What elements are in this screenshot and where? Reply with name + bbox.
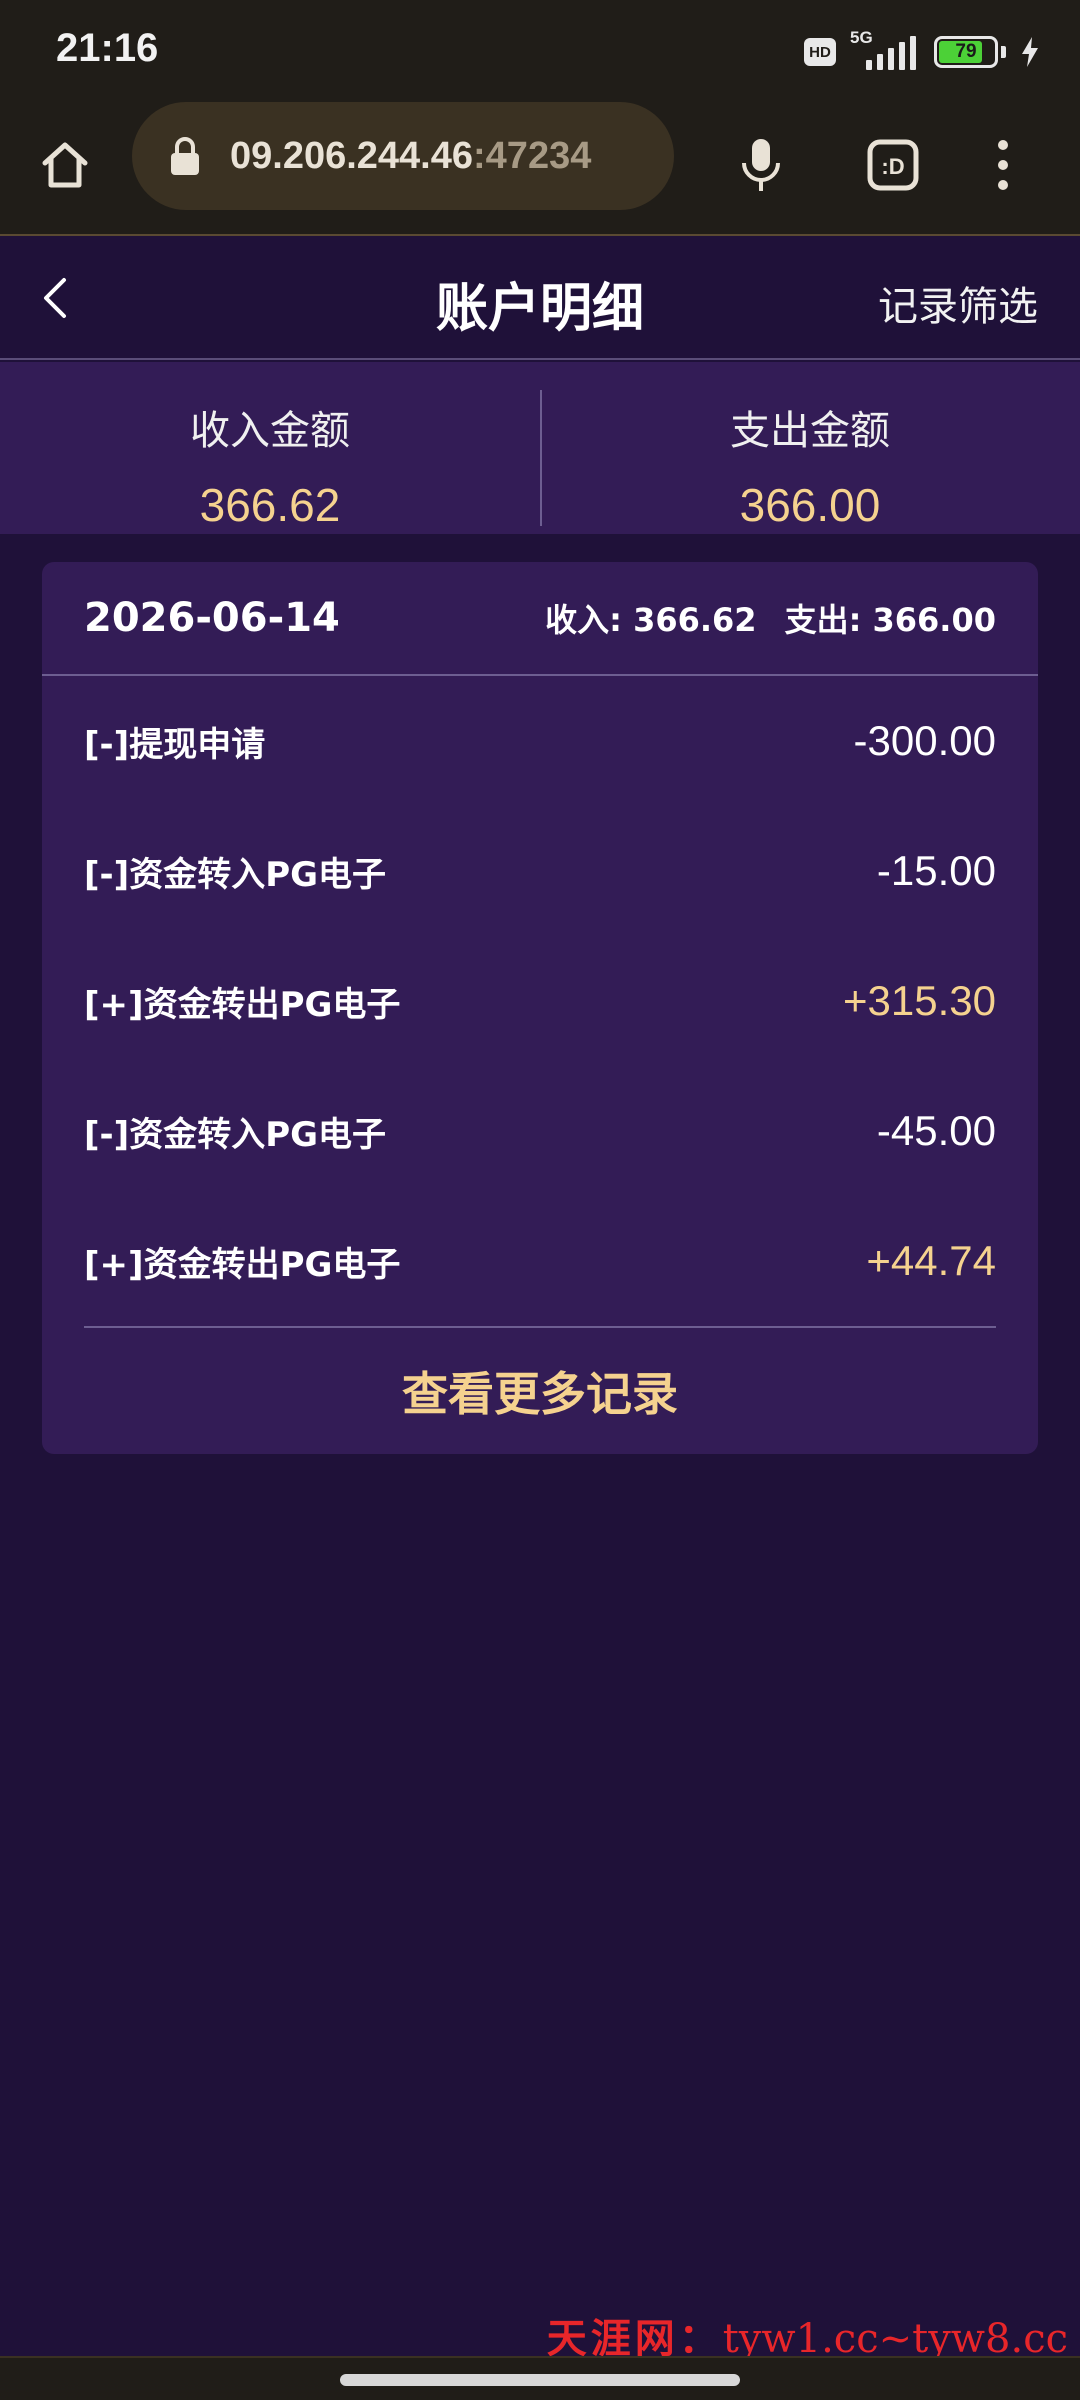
url-port: :47234 [473, 134, 592, 177]
record-amount: +315.30 [843, 977, 996, 1024]
url-host: 09.206.244.46 [230, 134, 474, 177]
screen: 21:16 HD 5G 79 09.206.244.46:47234:D 账户… [0, 0, 1080, 2400]
income-label: 收入金额 [190, 408, 350, 454]
tab-switcher-icon: :D [867, 139, 919, 191]
record-date: 2026-06-14 [84, 595, 340, 641]
gesture-handle[interactable] [340, 2374, 740, 2386]
status-time: 21:16 [56, 26, 159, 70]
tab-switcher-button[interactable]: :D [858, 130, 928, 200]
app-header: 账户明细 记录筛选 [0, 238, 1080, 360]
voice-search-button[interactable] [726, 130, 796, 200]
list-item: [-]资金转入PG电子 -45.00 [84, 1066, 996, 1196]
day-expense: 支出: 366.00 [784, 601, 996, 639]
record-amount: +44.74 [866, 1237, 996, 1284]
record-label: [-]提现申请 [84, 724, 266, 765]
record-amount: -15.00 [876, 847, 996, 894]
record-label: [-]资金转入PG电子 [84, 854, 387, 895]
charging-icon [1022, 37, 1038, 67]
browser-menu-button[interactable] [968, 130, 1038, 200]
list-item: [-]提现申请 -300.00 [84, 676, 996, 806]
day-totals: 收入: 366.62 支出: 366.00 [545, 595, 996, 641]
income-summary: 收入金额 366.62 [0, 362, 540, 534]
signal-bars [866, 36, 916, 70]
hd-icon: HD [804, 38, 836, 66]
status-bar: 21:16 HD 5G 79 [0, 0, 1080, 100]
records-card: 2026-06-14 收入: 366.62 支出: 366.00 [-]提现申请 … [42, 562, 1038, 1454]
record-amount: -45.00 [876, 1107, 996, 1154]
record-label: [+]资金转出PG电子 [84, 1244, 401, 1285]
battery-tip [1001, 46, 1006, 58]
divider [84, 1326, 996, 1328]
mic-icon [742, 139, 780, 191]
home-button[interactable] [30, 130, 100, 200]
signal-icon: 5G [850, 28, 920, 72]
list-item: [+]资金转出PG电子 +44.74 [84, 1196, 996, 1326]
record-amount: -300.00 [853, 717, 996, 764]
tab-count: :D [881, 154, 904, 179]
url-text: 09.206.244.46:47234 [230, 135, 591, 178]
battery-icon: 79 [934, 36, 998, 68]
battery-level: 79 [955, 41, 977, 62]
status-icons: HD 5G 79 [804, 28, 1040, 74]
more-menu-icon [998, 140, 1008, 190]
record-filter-button[interactable]: 记录筛选 [878, 274, 1038, 332]
lock-icon [171, 137, 199, 175]
browser-toolbar: 09.206.244.46:47234 :D [0, 100, 1080, 236]
day-income: 收入: 366.62 [545, 601, 757, 639]
record-label: [-]资金转入PG电子 [84, 1114, 387, 1155]
expense-value: 366.00 [739, 479, 881, 531]
summary-panel: 收入金额 366.62 支出金额 366.00 [0, 362, 1080, 534]
view-more-records-button[interactable]: 查看更多记录 [42, 1358, 1038, 1424]
watermark-brand: 天涯网： [546, 2315, 723, 2362]
record-label: [+]资金转出PG电子 [84, 984, 401, 1025]
navigation-bar [0, 2356, 1080, 2400]
expense-label: 支出金额 [730, 408, 890, 454]
card-header: 2026-06-14 收入: 366.62 支出: 366.00 [42, 562, 1038, 676]
income-value: 366.62 [199, 479, 341, 531]
home-icon [42, 142, 88, 188]
expense-summary: 支出金额 366.00 [540, 362, 1080, 534]
list-item: [-]资金转入PG电子 -15.00 [84, 806, 996, 936]
address-bar[interactable]: 09.206.244.46:47234 [132, 102, 674, 210]
list-item: [+]资金转出PG电子 +315.30 [84, 936, 996, 1066]
record-list: [-]提现申请 -300.00 [-]资金转入PG电子 -15.00 [+]资金… [42, 676, 1038, 1326]
